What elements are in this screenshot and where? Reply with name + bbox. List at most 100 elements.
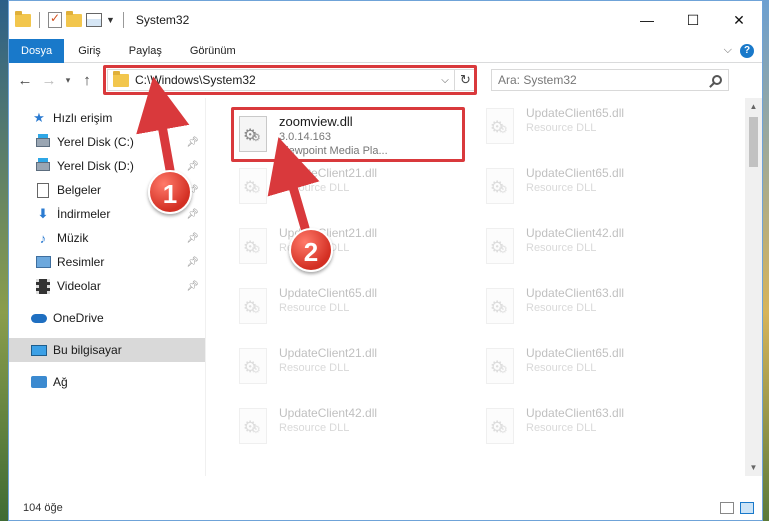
sidebar-item-quick-access[interactable]: ★ Hızlı erişim: [9, 106, 205, 130]
minimize-button[interactable]: —: [624, 1, 670, 39]
recent-locations-dropdown[interactable]: ▾: [61, 68, 75, 92]
maximize-button[interactable]: ☐: [670, 1, 716, 39]
sidebar-item-label: Müzik: [57, 231, 89, 245]
dll-file-icon: [478, 342, 522, 394]
pin-icon[interactable]: 📌︎: [186, 233, 199, 244]
address-bar[interactable]: C:\Windows\System32 ⌵ ↻: [103, 65, 477, 95]
desktop-wallpaper-right: [763, 0, 769, 521]
pin-icon[interactable]: 📌︎: [186, 161, 199, 172]
dll-file-icon: [231, 110, 275, 162]
sidebar-item-onedrive[interactable]: OneDrive: [9, 306, 205, 330]
close-button[interactable]: ✕: [716, 1, 762, 39]
sidebar-item-label: Videolar: [57, 279, 101, 293]
sidebar-item-this-pc[interactable]: Bu bilgisayar: [9, 338, 205, 362]
dll-file-icon: [231, 342, 275, 394]
search-placeholder: Ara: System32: [498, 73, 577, 87]
new-folder-icon[interactable]: [66, 10, 82, 27]
file-description: Resource DLL: [526, 362, 597, 374]
file-tile[interactable]: UpdateClient65.dll Resource DLL: [478, 342, 710, 400]
file-name: UpdateClient63.dll: [526, 286, 625, 300]
file-description: Viewpoint Media Pla...: [279, 145, 388, 157]
sidebar-item-local-disk-c[interactable]: Yerel Disk (C:) 📌︎: [9, 130, 205, 154]
dll-file-icon: [231, 402, 275, 454]
star-icon: ★: [33, 110, 45, 125]
videos-icon: [35, 278, 51, 294]
sidebar-item-pictures[interactable]: Resimler 📌︎: [9, 250, 205, 274]
drive-icon: [35, 133, 51, 150]
tab-home[interactable]: Giriş: [64, 39, 115, 63]
sidebar-item-label: Belgeler: [57, 183, 102, 197]
ribbon-tabs: Dosya Giriş Paylaş Görünüm ⌵ ?: [9, 38, 762, 63]
item-count: 104 öğe: [23, 502, 63, 514]
tab-file[interactable]: Dosya: [9, 38, 65, 63]
forward-button[interactable]: →: [37, 68, 61, 92]
search-icon[interactable]: [712, 75, 722, 85]
sidebar-item-music[interactable]: ♪ Müzik 📌︎: [9, 226, 205, 250]
file-tile[interactable]: UpdateClient65.dll Resource DLL: [231, 282, 463, 340]
drive-icon: [35, 157, 51, 174]
main-area: ★ Hızlı erişim Yerel Disk (C:) 📌︎ Yerel …: [9, 98, 762, 476]
file-name: UpdateClient42.dll: [526, 226, 625, 240]
file-tile[interactable]: UpdateClient42.dll Resource DLL: [478, 222, 710, 280]
sidebar-item-label: Ağ: [53, 375, 68, 389]
dll-file-icon: [478, 282, 522, 334]
tab-share[interactable]: Paylaş: [115, 39, 176, 63]
details-view-icon[interactable]: [720, 502, 734, 514]
explorer-window: ▼ System32 — ☐ ✕ Dosya Giriş Paylaş Görü…: [8, 0, 763, 521]
file-tile[interactable]: UpdateClient21.dllResource DLL: [231, 222, 463, 280]
status-bar: 104 öğe: [9, 496, 762, 520]
scroll-up-icon[interactable]: ▲: [745, 98, 762, 115]
tab-view[interactable]: Görünüm: [176, 39, 250, 63]
pin-icon[interactable]: 📌︎: [186, 137, 199, 148]
file-tile-zoomview[interactable]: zoomview.dll 3.0.14.163 Viewpoint Media …: [231, 110, 463, 168]
scroll-down-icon[interactable]: ▼: [745, 459, 762, 476]
music-icon: ♪: [39, 230, 47, 246]
file-tile[interactable]: UpdateClient65.dll Resource DLL: [478, 102, 710, 160]
file-name: UpdateClient65.dll: [526, 346, 625, 360]
pin-icon[interactable]: 📌︎: [186, 257, 199, 268]
cloud-icon: [31, 310, 47, 326]
folder-icon: [15, 10, 31, 27]
address-path[interactable]: C:\Windows\System32: [135, 73, 256, 87]
dll-file-icon: [231, 222, 275, 274]
navigation-pane: ★ Hızlı erişim Yerel Disk (C:) 📌︎ Yerel …: [9, 98, 206, 476]
back-button[interactable]: ←: [13, 68, 37, 92]
pin-icon[interactable]: 📌︎: [186, 209, 199, 220]
up-button[interactable]: ↑: [75, 68, 99, 92]
computer-icon: [31, 342, 47, 358]
desktop-wallpaper-left: [0, 0, 8, 521]
file-description: Resource DLL: [526, 122, 597, 134]
sidebar-item-videos[interactable]: Videolar 📌︎: [9, 274, 205, 298]
pin-icon[interactable]: 📌︎: [186, 281, 199, 292]
file-tile[interactable]: UpdateClient63.dll Resource DLL: [478, 402, 710, 460]
file-description: Resource DLL: [526, 182, 597, 194]
tiles-view-icon[interactable]: [740, 502, 754, 514]
file-name: UpdateClient65.dll: [526, 166, 625, 180]
help-icon[interactable]: ?: [740, 43, 754, 58]
vertical-scrollbar[interactable]: ▲ ▼: [745, 98, 762, 476]
dll-file-icon: [231, 282, 275, 334]
customize-dropdown-icon[interactable]: ▼: [106, 15, 115, 25]
address-dropdown-icon[interactable]: ⌵: [436, 75, 454, 86]
file-name: UpdateClient21.dll: [279, 166, 378, 180]
search-box[interactable]: Ara: System32: [491, 69, 729, 91]
file-tile[interactable]: UpdateClient63.dll Resource DLL: [478, 282, 710, 340]
properties-icon[interactable]: [86, 13, 102, 27]
navigation-bar: ← → ▾ ↑ C:\Windows\System32 ⌵ ↻ Ara: Sys…: [9, 63, 762, 97]
file-tile[interactable]: UpdateClient42.dll Resource DLL: [231, 402, 463, 460]
sidebar-item-network[interactable]: Ağ: [9, 370, 205, 394]
file-tile[interactable]: UpdateClient65.dll Resource DLL: [478, 162, 710, 220]
dll-file-icon: [478, 102, 522, 154]
download-icon: ⬇: [37, 206, 49, 221]
dll-file-icon: [478, 222, 522, 274]
properties-check-icon[interactable]: [48, 11, 62, 28]
scroll-thumb[interactable]: [749, 117, 758, 167]
expand-ribbon-icon[interactable]: ⌵: [724, 44, 732, 57]
sidebar-item-label: Hızlı erişim: [53, 111, 113, 125]
refresh-icon[interactable]: ↻: [454, 70, 476, 90]
file-tile[interactable]: UpdateClient21.dllResource DLL: [231, 342, 463, 400]
title-bar: ▼ System32 — ☐ ✕: [9, 1, 762, 39]
file-version: 3.0.14.163: [279, 131, 331, 143]
file-tile[interactable]: UpdateClient21.dllResource DLL: [231, 162, 463, 220]
step-marker-2: 2: [289, 228, 333, 272]
